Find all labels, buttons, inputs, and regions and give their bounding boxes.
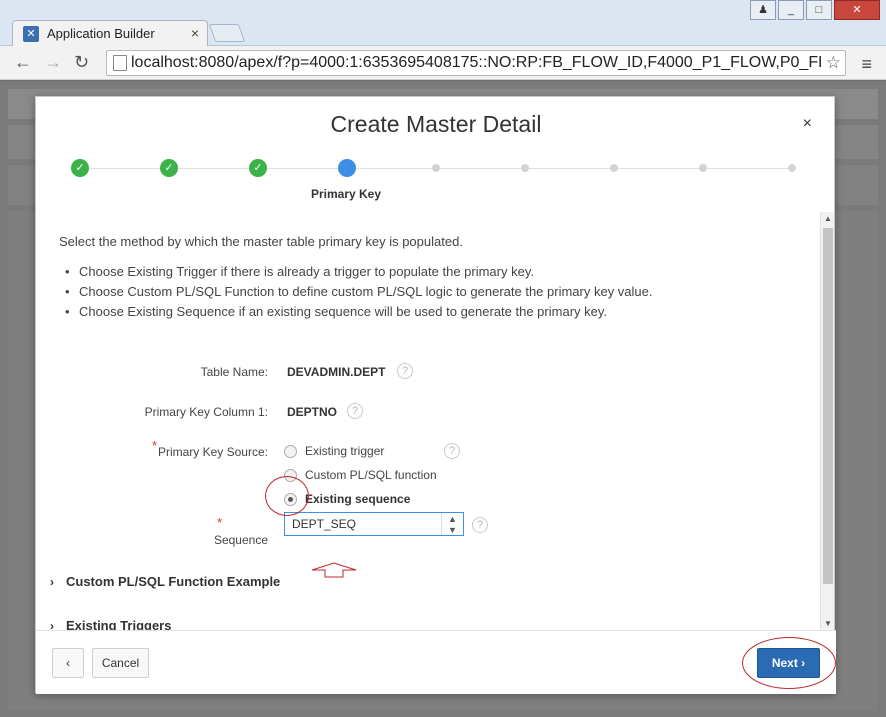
radio-label[interactable]: Custom PL/SQL function <box>305 468 437 482</box>
dialog-body: Select the method by which the master ta… <box>36 212 836 630</box>
scroll-thumb[interactable] <box>823 228 833 584</box>
region-title: Custom PL/SQL Function Example <box>66 574 281 589</box>
window-close-button[interactable]: ✕ <box>834 0 880 20</box>
help-icon[interactable]: ? <box>444 443 460 459</box>
help-icon[interactable]: ? <box>347 403 363 419</box>
list-item: Choose Existing Sequence if an existing … <box>65 302 653 322</box>
tab-close-icon[interactable]: × <box>191 25 199 41</box>
wizard-step-future <box>432 164 440 172</box>
dialog-close-icon[interactable]: × <box>803 115 812 133</box>
create-master-detail-dialog: Create Master Detail × ✓ ✓ ✓ Primary Key S… <box>35 96 836 694</box>
wizard-progress: ✓ ✓ ✓ Primary Key <box>36 159 836 209</box>
dialog-title: Create Master Detail <box>330 111 542 137</box>
new-tab-button[interactable] <box>208 24 246 42</box>
wizard-step-future <box>788 164 796 172</box>
region-existing-triggers[interactable]: › Existing Triggers <box>50 618 171 630</box>
radio-button[interactable] <box>284 445 297 458</box>
browser-toolbar: ← → ↻ localhost:8080/apex/f?p=4000:1:635… <box>0 46 886 80</box>
sequence-select[interactable]: DEPT_SEQ ▲ ▼ <box>284 512 464 536</box>
radio-label[interactable]: Existing sequence <box>305 492 410 506</box>
forward-icon[interactable]: → <box>44 52 62 73</box>
table-name-value: DEVADMIN.DEPT <box>287 365 386 379</box>
minimize-button[interactable]: _ <box>778 0 804 20</box>
browser-titlebar: ✕ Application Builder × ♟ _ □ ✕ <box>0 0 886 46</box>
bookmark-star-icon[interactable]: ☆ <box>826 53 841 73</box>
back-icon[interactable]: ← <box>14 52 32 73</box>
url-text[interactable]: localhost:8080/apex/f?p=4000:1:635369540… <box>131 54 821 72</box>
sequence-selected-value: DEPT_SEQ <box>292 517 357 531</box>
annotation-circle <box>265 476 309 516</box>
select-updown-icon[interactable]: ▲ ▼ <box>441 513 463 535</box>
wizard-step-done: ✓ <box>160 159 178 177</box>
chevron-right-icon: › <box>50 575 54 589</box>
pk-column-value: DEPTNO <box>287 405 338 419</box>
region-custom-plsql-example[interactable]: › Custom PL/SQL Function Example <box>50 574 280 589</box>
previous-button[interactable]: ‹ <box>52 648 84 678</box>
sequence-label: Sequence <box>213 533 268 547</box>
radio-label[interactable]: Existing trigger <box>305 444 384 458</box>
reload-icon[interactable]: ↻ <box>74 52 89 73</box>
scroll-down-icon[interactable]: ▼ <box>824 619 832 628</box>
browser-tab[interactable]: ✕ Application Builder × <box>12 20 208 46</box>
wizard-step-done: ✓ <box>71 159 89 177</box>
scroll-up-icon[interactable]: ▲ <box>824 214 832 223</box>
wizard-step-future <box>521 164 529 172</box>
app-builder-icon: ✕ <box>23 26 39 42</box>
wizard-step-done: ✓ <box>249 159 267 177</box>
annotation-circle <box>742 637 836 689</box>
region-title: Existing Triggers <box>66 618 172 630</box>
required-marker: * <box>217 515 223 530</box>
page-icon <box>113 55 127 71</box>
cancel-button[interactable]: Cancel <box>92 648 149 678</box>
pk-source-label: Primary Key Source: <box>157 445 268 459</box>
wizard-step-future <box>610 164 618 172</box>
help-icon[interactable]: ? <box>397 363 413 379</box>
current-step-label: Primary Key <box>310 187 382 201</box>
user-icon[interactable]: ♟ <box>750 0 776 20</box>
instruction-list: Choose Existing Trigger if there is alre… <box>65 262 653 322</box>
maximize-button[interactable]: □ <box>806 0 832 20</box>
address-bar[interactable]: localhost:8080/apex/f?p=4000:1:635369540… <box>106 50 846 76</box>
dialog-scrollbar[interactable]: ▲ ▼ <box>820 212 834 630</box>
pk-column-label: Primary Key Column 1: <box>144 405 268 419</box>
wizard-step-current <box>338 159 356 177</box>
browser-menu-icon[interactable]: ≡ <box>861 54 872 75</box>
list-item: Choose Existing Trigger if there is alre… <box>65 262 653 282</box>
intro-text: Select the method by which the master ta… <box>59 234 463 249</box>
wizard-step-future <box>699 164 707 172</box>
window-controls: ♟ _ □ ✕ <box>748 0 880 20</box>
list-item: Choose Custom PL/SQL Function to define … <box>65 282 653 302</box>
help-icon[interactable]: ? <box>472 517 488 533</box>
tab-title: Application Builder <box>47 26 155 41</box>
chevron-right-icon: › <box>50 619 54 630</box>
table-name-label: Table Name: <box>200 365 268 379</box>
annotation-arrow-icon <box>311 562 357 578</box>
dialog-footer: ‹ Cancel Next › <box>36 630 836 694</box>
